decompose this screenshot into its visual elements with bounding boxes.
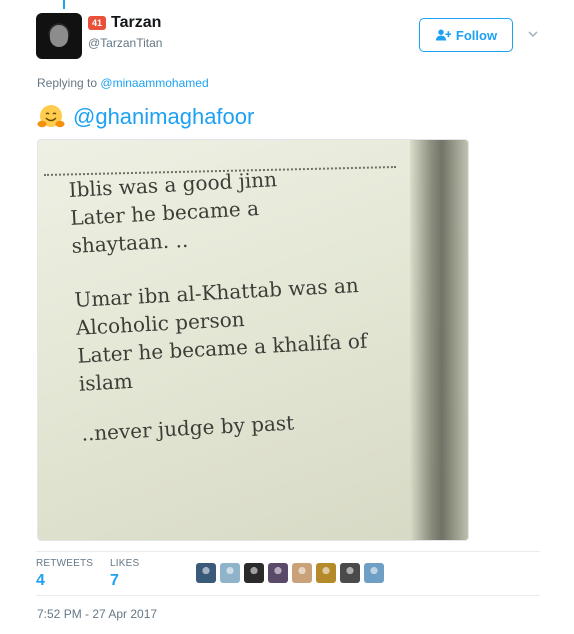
tweet-text: @ghanimaghafoor [37,103,254,131]
tweet-timestamp[interactable]: 7:52 PM - 27 Apr 2017 [37,607,157,621]
liker-avatar-3[interactable] [244,563,264,583]
book-gutter-shadow [410,140,468,540]
tweet-photo[interactable]: Iblis was a good jinn Later he became a … [37,139,469,541]
retweets-label: RETWEETS [36,558,94,569]
mention-link[interactable]: @ghanimaghafoor [73,104,254,130]
stats-divider-bottom [36,595,540,596]
liker-avatars [196,563,384,583]
author-avatar[interactable] [36,13,82,59]
author-display-name[interactable]: Tarzan [111,14,161,32]
liker-avatar-8[interactable] [364,563,384,583]
retweets-count: 4 [36,572,45,589]
likes-stat[interactable]: LIKES 7 [110,558,139,590]
liker-avatar-7[interactable] [340,563,360,583]
retweets-stat[interactable]: RETWEETS 4 [36,558,93,590]
replying-to-prefix: Replying to [37,76,98,90]
hugging-face-emoji-icon [37,105,65,128]
likes-count: 7 [110,572,119,589]
replying-to-line: Replying to @minaammohamed [37,76,209,90]
liker-avatar-4[interactable] [268,563,288,583]
liker-avatar-2[interactable] [220,563,240,583]
liker-avatar-1[interactable] [196,563,216,583]
photo-book-text: Iblis was a good jinn Later he became a … [68,159,412,448]
liker-avatar-5[interactable] [292,563,312,583]
stats-divider-top [36,551,540,552]
follow-button-label: Follow [455,27,498,43]
add-user-icon [435,29,451,41]
likes-label: LIKES [110,558,140,569]
follow-button[interactable]: Follow [419,18,513,52]
thread-connector-line [63,0,65,9]
author-handle[interactable]: @TarzanTitan [88,36,162,50]
liker-avatar-6[interactable] [316,563,336,583]
notification-badge: 41 [88,16,106,30]
replying-to-handle-link[interactable]: @minaammohamed [100,76,208,90]
chevron-down-icon[interactable] [527,28,539,40]
